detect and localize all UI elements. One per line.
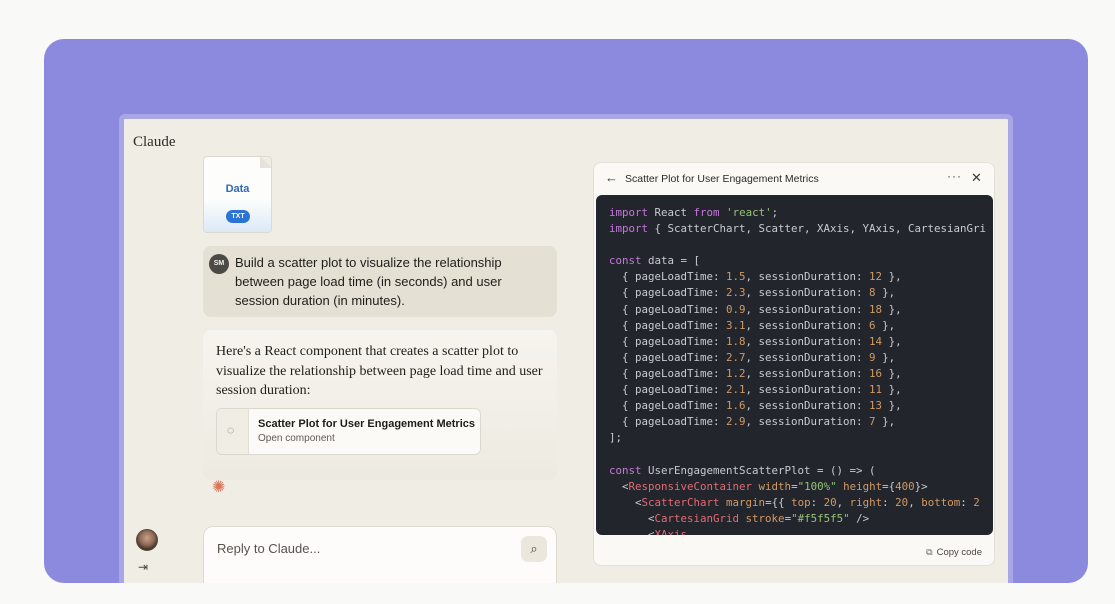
- code-line-data-row: { pageLoadTime: 1.5, sessionDuration: 12…: [609, 270, 902, 284]
- claude-spark-icon: ✺: [212, 479, 226, 496]
- assistant-message: Here's a React component that creates a …: [203, 330, 557, 480]
- copy-code-button[interactable]: ⧉ Copy code: [926, 547, 982, 558]
- artifact-panel: ← Scatter Plot for User Engagement Metri…: [593, 162, 995, 566]
- code-line-data-row: { pageLoadTime: 1.6, sessionDuration: 13…: [609, 399, 902, 413]
- code-line-data-close: ];: [609, 431, 623, 445]
- user-avatar[interactable]: [136, 529, 158, 551]
- copy-code-label: Copy code: [936, 547, 982, 558]
- background-frame: Claude Data TXT SM Build a scatter plot …: [44, 39, 1088, 583]
- code-line-data-row: { pageLoadTime: 2.7, sessionDuration: 9 …: [609, 350, 896, 364]
- artifact-card[interactable]: ◌ Scatter Plot for User Engagement Metri…: [216, 408, 481, 455]
- code-line-data-row: { pageLoadTime: 3.1, sessionDuration: 6 …: [609, 318, 896, 332]
- code-lines: import React from 'react'; import { Scatt…: [609, 205, 986, 535]
- close-icon[interactable]: ✕: [971, 170, 982, 186]
- code-line-import: import React from 'react';: [609, 206, 779, 219]
- back-arrow-icon[interactable]: ←: [605, 170, 618, 185]
- code-line-component: const UserEngagementScatterPlot = () => …: [609, 463, 876, 477]
- code-line-component: <ScatterChart margin={{ top: 20, right: …: [609, 495, 980, 509]
- code-line-data-row: { pageLoadTime: 0.9, sessionDuration: 18…: [609, 302, 902, 316]
- artifact-title: Scatter Plot for User Engagement Metrics: [258, 418, 476, 430]
- app-title: Claude: [133, 134, 176, 150]
- attach-file-button[interactable]: ⌕: [521, 536, 547, 562]
- user-initials-avatar: SM: [209, 254, 229, 274]
- code-line-component: <CartesianGrid stroke="#f5f5f5" />: [609, 511, 870, 525]
- code-line-data-row: { pageLoadTime: 1.2, sessionDuration: 16…: [609, 366, 902, 380]
- copy-icon: ⧉: [926, 547, 933, 557]
- attachment-card[interactable]: Data TXT: [203, 156, 272, 233]
- reply-input[interactable]: Reply to Claude... ⌕: [203, 526, 557, 583]
- paperclip-icon: ⌕: [530, 541, 538, 556]
- code-line-component: <ResponsiveContainer width="100%" height…: [609, 479, 928, 493]
- page-fold-icon: [260, 157, 271, 168]
- file-type-badge: TXT: [226, 210, 250, 223]
- code-line-data-row: { pageLoadTime: 2.9, sessionDuration: 7 …: [609, 415, 896, 429]
- assistant-message-text: Here's a React component that creates a …: [216, 344, 543, 398]
- code-line-data-row: { pageLoadTime: 2.3, sessionDuration: 8 …: [609, 286, 896, 300]
- attachment-name: Data: [225, 183, 250, 195]
- artifact-subtitle: Open component: [258, 433, 335, 444]
- user-message: SM Build a scatter plot to visualize the…: [203, 246, 557, 317]
- reply-placeholder: Reply to Claude...: [217, 541, 321, 556]
- panel-title: Scatter Plot for User Engagement Metrics: [625, 173, 819, 185]
- code-line-data-row: { pageLoadTime: 2.1, sessionDuration: 11…: [609, 383, 902, 397]
- code-line-import: import { ScatterChart, Scatter, XAxis, Y…: [609, 222, 987, 236]
- code-line-data-row: { pageLoadTime: 1.8, sessionDuration: 14…: [609, 334, 902, 348]
- collapse-sidebar-icon[interactable]: ⇥: [138, 560, 148, 574]
- user-message-text: Build a scatter plot to visualize the re…: [235, 255, 502, 308]
- code-line-data-open: const data = [: [609, 254, 701, 268]
- more-options-icon[interactable]: ···: [947, 169, 962, 183]
- code-line-component: <XAxis: [609, 527, 688, 535]
- app-window: Claude Data TXT SM Build a scatter plot …: [119, 114, 1013, 583]
- code-block: import React from 'react'; import { Scatt…: [596, 195, 993, 535]
- loading-spinner-icon: ◌: [227, 423, 235, 437]
- artifact-icon-box: ◌: [217, 409, 249, 454]
